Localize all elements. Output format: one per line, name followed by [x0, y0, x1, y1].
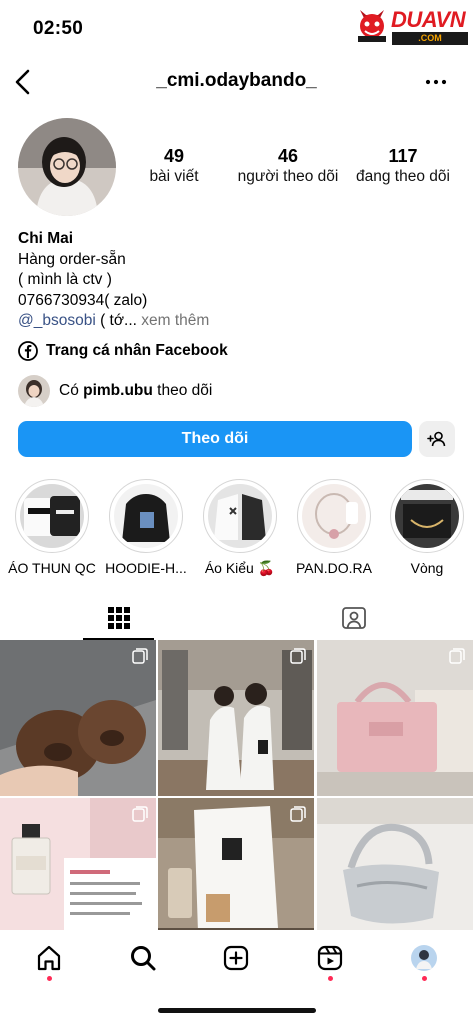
post-thumbnail[interactable] [158, 640, 314, 796]
followed-by-text: Có pimb.ubu theo dõi [59, 382, 212, 400]
home-icon [37, 945, 61, 971]
bio-line: ( mình là ctv ) [18, 271, 112, 288]
multiple-posts-icon [132, 648, 148, 664]
nav-reels[interactable] [316, 944, 344, 981]
profile-username: _cmi.odaybando_ [156, 70, 317, 91]
highlight-cover [114, 484, 178, 548]
bio-mention-line: @_bsosobi ( tớ... xem thêm [18, 311, 458, 332]
stat-posts-value: 49 [163, 146, 185, 166]
highlight-ring [203, 479, 277, 553]
highlight-item[interactable]: Áo Kiểu 🍒 [195, 479, 285, 577]
facebook-icon [18, 341, 38, 361]
nav-home[interactable] [35, 944, 63, 981]
reels-notification-dot [328, 976, 333, 981]
highlight-label: ÁO THUN QC [8, 560, 96, 576]
post-thumbnail[interactable] [0, 640, 156, 796]
create-icon [223, 945, 249, 971]
stat-posts-label: bài viết [149, 168, 199, 185]
highlight-ring [390, 479, 464, 553]
profile-header: _cmi.odaybando_ [0, 62, 473, 102]
profile-tabs [0, 596, 473, 640]
suggested-accounts-button[interactable] [419, 421, 455, 457]
tab-posts-grid[interactable] [83, 596, 154, 640]
bio-mention-link[interactable]: @_bsosobi [18, 312, 96, 329]
stat-following-label: đang theo dõi [356, 168, 450, 185]
highlight-ring [109, 479, 183, 553]
tab-tagged[interactable] [318, 596, 389, 640]
highlight-cover [395, 484, 459, 548]
nav-profile[interactable] [410, 944, 438, 981]
profile-avatar-icon [411, 945, 437, 971]
facebook-link-label: Trang cá nhân Facebook [46, 342, 228, 359]
highlight-cover [208, 484, 272, 548]
stat-following-value: 117 [388, 146, 418, 166]
devil-mascot-icon [358, 10, 386, 42]
stat-followers-label: người theo dõi [237, 168, 339, 185]
followed-by-row[interactable]: Có pimb.ubu theo dõi [18, 375, 212, 407]
highlight-item[interactable]: ÁO THUN QC [7, 479, 97, 576]
bio-line: 0766730934( zalo) [18, 291, 148, 309]
highlight-cover [302, 484, 366, 548]
bottom-navigation [0, 930, 473, 1024]
followed-by-suffix: theo dõi [152, 382, 213, 399]
search-icon [131, 946, 156, 971]
home-indicator [158, 1008, 316, 1013]
post-thumbnail[interactable] [317, 640, 473, 796]
stat-followers[interactable]: 46 người theo dõi [233, 146, 343, 188]
followed-by-prefix: Có [59, 382, 84, 399]
follow-button[interactable]: Theo dõi [18, 421, 412, 457]
status-bar: 02:50 DUAVN .COM [0, 0, 473, 56]
highlight-item[interactable]: PAN.DO.RA [289, 479, 379, 576]
add-person-icon [427, 431, 446, 447]
highlight-label: Áo Kiểu 🍒 [204, 560, 276, 576]
status-time: 02:50 [33, 18, 84, 39]
highlight-ring [297, 479, 371, 553]
highlight-label: PAN.DO.RA [296, 560, 372, 576]
profile-notification-dot [422, 976, 427, 981]
highlight-label: Vòng [410, 560, 444, 576]
follower-avatar [18, 375, 50, 407]
more-options-button[interactable] [424, 70, 448, 94]
stat-followers-value: 46 [277, 146, 299, 166]
tagged-icon [341, 607, 366, 629]
display-name: Chi Mai [18, 230, 74, 247]
watermark-logo: DUAVN .COM [354, 4, 470, 46]
highlight-item[interactable]: HOODIE-H... [101, 479, 191, 576]
followed-by-user: pimb.ubu [83, 382, 153, 399]
more-dots-icon [425, 79, 447, 85]
nav-create[interactable] [222, 944, 250, 972]
profile-bio: Chi Mai Hàng order-sẵn ( mình là ctv ) 0… [18, 229, 458, 332]
multiple-posts-icon [449, 648, 465, 664]
multiple-posts-icon [290, 806, 306, 822]
profile-avatar[interactable] [18, 118, 116, 216]
watermark-sub: .COM [392, 32, 468, 45]
facebook-profile-link[interactable]: Trang cá nhân Facebook [18, 340, 228, 362]
watermark-brand: DUAVN [391, 7, 466, 32]
highlight-item[interactable]: Vòng [382, 479, 472, 576]
nav-search[interactable] [129, 944, 157, 972]
multiple-posts-icon [290, 648, 306, 664]
stat-posts[interactable]: 49 bài viết [137, 146, 211, 188]
home-notification-dot [47, 976, 52, 981]
see-more-link[interactable]: xem thêm [137, 312, 209, 329]
grid-icon [107, 607, 130, 629]
reels-icon [317, 945, 343, 971]
stat-following[interactable]: 117 đang theo dõi [350, 146, 456, 188]
highlight-ring [15, 479, 89, 553]
bio-line: Hàng order-sẵn [18, 250, 126, 268]
highlight-cover [20, 484, 84, 548]
multiple-posts-icon [132, 806, 148, 822]
highlight-label: HOODIE-H... [105, 560, 187, 576]
bio-truncated-text: ( tớ... [95, 312, 137, 329]
